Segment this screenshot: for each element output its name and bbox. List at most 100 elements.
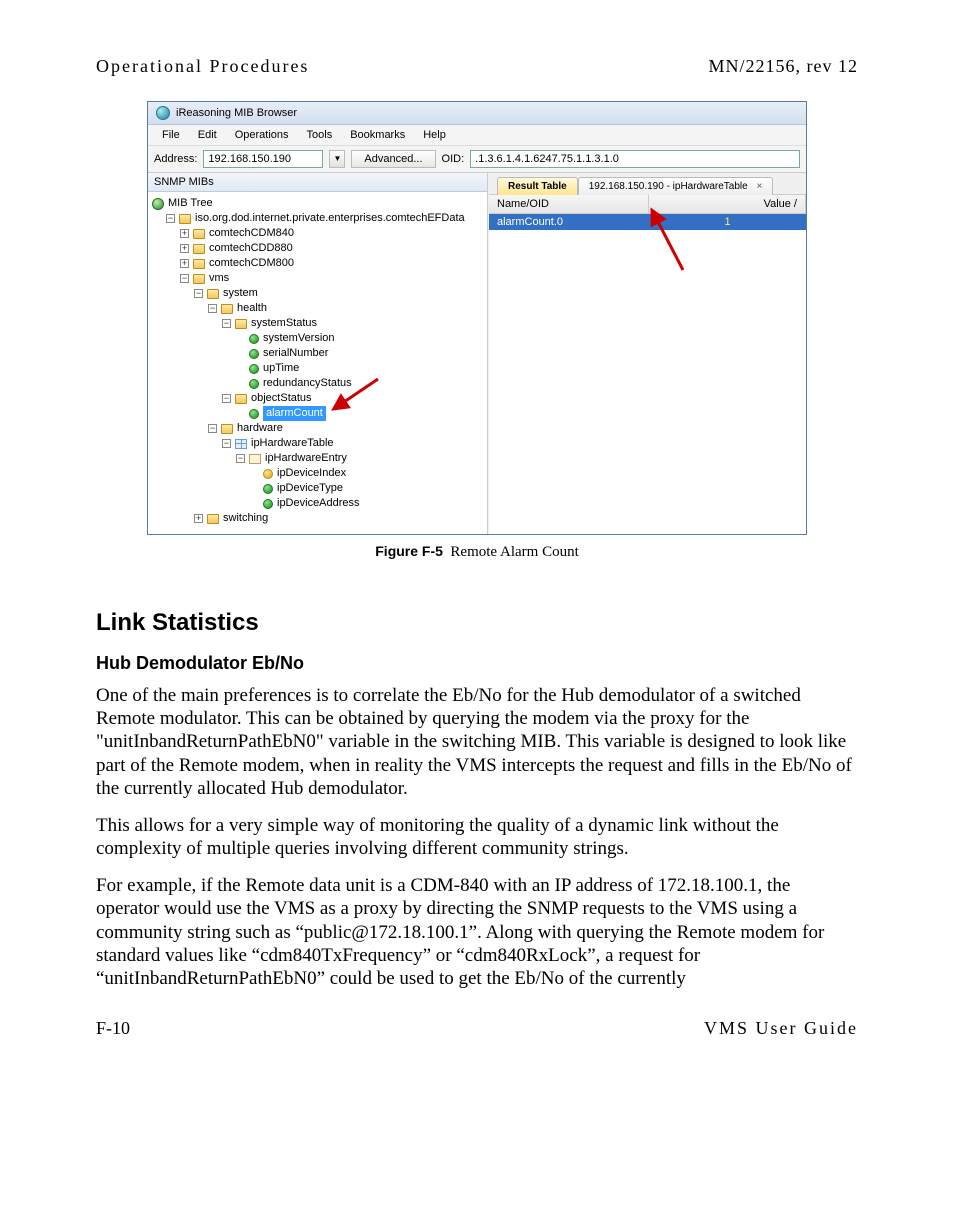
folder-icon	[193, 274, 205, 284]
tree-hardware[interactable]: hardware	[237, 421, 283, 436]
app-icon	[156, 106, 170, 120]
menu-bookmarks[interactable]: Bookmarks	[342, 127, 413, 143]
folder-icon	[193, 244, 205, 254]
expander-icon[interactable]: −	[222, 319, 231, 328]
leaf-icon	[263, 484, 273, 494]
oid-label: OID:	[442, 153, 465, 165]
expander-icon[interactable]: −	[180, 274, 189, 283]
page-header-section: Operational Procedures	[96, 56, 309, 77]
tab-result-table[interactable]: Result Table	[497, 177, 578, 195]
leaf-icon	[249, 349, 259, 359]
address-label: Address:	[154, 153, 197, 165]
menubar: File Edit Operations Tools Bookmarks Hel…	[148, 125, 806, 146]
tree-objectstatus[interactable]: objectStatus	[251, 391, 312, 406]
footer-doc-title: VMS User Guide	[704, 1018, 858, 1039]
tree-iphardwareentry[interactable]: ipHardwareEntry	[265, 451, 347, 466]
window-title: iReasoning MIB Browser	[176, 107, 297, 119]
expander-icon[interactable]: −	[208, 424, 217, 433]
close-icon[interactable]: ×	[757, 181, 763, 192]
figure-label: Figure F-5	[375, 543, 443, 559]
tree-iphardwaretable[interactable]: ipHardwareTable	[251, 436, 334, 451]
tabbar: Result Table 192.168.150.190 - ipHardwar…	[489, 173, 806, 195]
entry-icon	[249, 454, 261, 464]
subsection-title-hub-demod-ebno: Hub Demodulator Eb/No	[96, 653, 858, 674]
leaf-icon	[249, 409, 259, 419]
leaf-icon	[249, 364, 259, 374]
table-icon	[235, 439, 247, 449]
folder-icon	[193, 229, 205, 239]
cell-name-oid: alarmCount.0	[489, 214, 649, 230]
address-input[interactable]	[203, 150, 323, 168]
tree-cdd880[interactable]: comtechCDD880	[209, 241, 293, 256]
expander-icon[interactable]: +	[180, 229, 189, 238]
grid-row-selected[interactable]: alarmCount.0 1	[489, 214, 806, 230]
leaf-icon	[249, 379, 259, 389]
tree-uptime[interactable]: upTime	[263, 361, 299, 376]
figure-caption: Figure F-5 Remote Alarm Count	[96, 543, 858, 561]
leaf-icon	[263, 499, 273, 509]
body-paragraph-2: This allows for a very simple way of mon…	[96, 814, 858, 860]
mib-tree[interactable]: MIB Tree − iso.org.dod.internet.private.e…	[148, 192, 487, 534]
tab-result-label: Result Table	[508, 181, 567, 192]
footer-page-number: F-10	[96, 1018, 130, 1039]
col-name-oid[interactable]: Name/OID	[489, 195, 649, 213]
expander-icon[interactable]: +	[180, 259, 189, 268]
tree-vms[interactable]: vms	[209, 271, 229, 286]
menu-tools[interactable]: Tools	[299, 127, 341, 143]
result-pane: Result Table 192.168.150.190 - ipHardwar…	[488, 173, 806, 534]
expander-icon[interactable]: +	[180, 244, 189, 253]
tree-alarmcount-selected[interactable]: alarmCount	[263, 406, 326, 421]
expander-icon[interactable]: +	[194, 514, 203, 523]
tree-systemversion[interactable]: systemVersion	[263, 331, 335, 346]
body-paragraph-1: One of the main preferences is to correl…	[96, 684, 858, 800]
window-titlebar: iReasoning MIB Browser	[148, 102, 806, 125]
folder-icon	[221, 304, 233, 314]
tree-ipdeviceindex[interactable]: ipDeviceIndex	[277, 466, 346, 481]
expander-icon[interactable]: −	[236, 454, 245, 463]
folder-icon	[235, 319, 247, 329]
section-title-link-statistics: Link Statistics	[96, 609, 858, 637]
mib-tree-pane: SNMP MIBs MIB Tree − iso.org.dod.internet…	[148, 173, 488, 534]
tree-root[interactable]: MIB Tree	[168, 196, 213, 211]
tree-enterprises[interactable]: iso.org.dod.internet.private.enterprises…	[195, 211, 465, 226]
tree-serialnumber[interactable]: serialNumber	[263, 346, 328, 361]
tree-cdm800[interactable]: comtechCDM800	[209, 256, 294, 271]
tree-header: SNMP MIBs	[148, 173, 487, 192]
folder-icon	[221, 424, 233, 434]
tree-ipdevicetype[interactable]: ipDeviceType	[277, 481, 343, 496]
expander-icon[interactable]: −	[222, 439, 231, 448]
menu-help[interactable]: Help	[415, 127, 454, 143]
page-header-docid: MN/22156, rev 12	[709, 56, 859, 77]
tab-iphardwaretable[interactable]: 192.168.150.190 - ipHardwareTable ×	[578, 177, 774, 195]
expander-icon[interactable]: −	[194, 289, 203, 298]
expander-icon[interactable]: −	[166, 214, 175, 223]
menu-operations[interactable]: Operations	[227, 127, 297, 143]
tree-systemstatus[interactable]: systemStatus	[251, 316, 317, 331]
leaf-icon	[249, 334, 259, 344]
expander-icon[interactable]: −	[222, 394, 231, 403]
key-leaf-icon	[263, 469, 273, 479]
folder-icon	[207, 289, 219, 299]
col-value[interactable]: Value /	[649, 195, 806, 213]
expander-icon[interactable]: −	[208, 304, 217, 313]
tree-ipdeviceaddress[interactable]: ipDeviceAddress	[277, 496, 360, 511]
cell-value: 1	[649, 214, 806, 230]
tree-system[interactable]: system	[223, 286, 258, 301]
folder-icon	[193, 259, 205, 269]
tree-redundancystatus[interactable]: redundancyStatus	[263, 376, 352, 391]
menu-edit[interactable]: Edit	[190, 127, 225, 143]
tree-switching[interactable]: switching	[223, 511, 268, 526]
mib-browser-window: iReasoning MIB Browser File Edit Operati…	[147, 101, 807, 535]
tree-cdm840[interactable]: comtechCDM840	[209, 226, 294, 241]
oid-input[interactable]	[470, 150, 800, 168]
grid-empty-area	[489, 230, 806, 534]
grid-header: Name/OID Value /	[489, 195, 806, 214]
advanced-button[interactable]: Advanced...	[351, 150, 435, 168]
figure-caption-text: Remote Alarm Count	[450, 544, 578, 560]
tree-root-icon	[152, 198, 164, 210]
menu-file[interactable]: File	[154, 127, 188, 143]
tab-hwtable-label: 192.168.150.190 - ipHardwareTable	[589, 181, 748, 192]
tree-health[interactable]: health	[237, 301, 267, 316]
address-dropdown-icon[interactable]: ▼	[329, 150, 345, 168]
folder-icon	[235, 394, 247, 404]
